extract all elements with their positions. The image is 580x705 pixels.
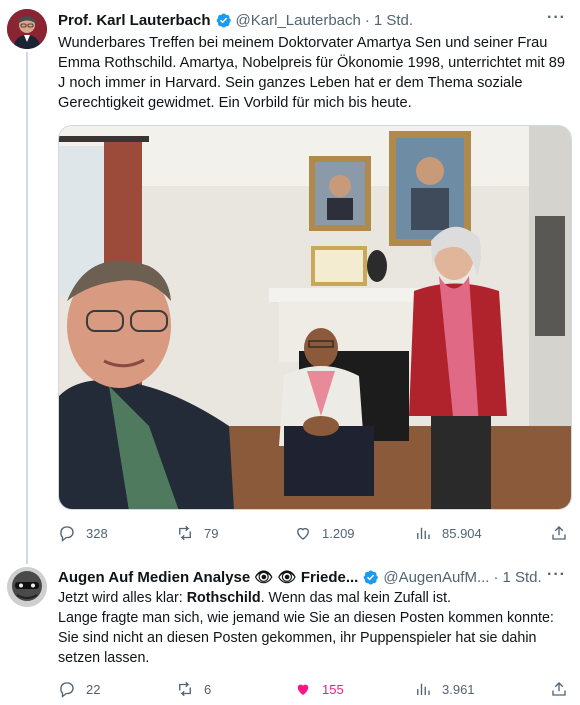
author-name[interactable]: Augen Auf Medien Analyse 👁 👁 Friede...	[58, 568, 358, 586]
like-button[interactable]: 155	[294, 680, 414, 698]
like-button[interactable]: 1.209	[294, 524, 414, 542]
views-count: 3.961	[442, 681, 475, 697]
tweet-text-content: Wunderbares Treffen bei meinem Doktorvat…	[58, 35, 565, 111]
more-options-icon[interactable]: ···	[547, 566, 566, 584]
reply-count: 22	[86, 681, 101, 697]
share-button[interactable]	[550, 680, 568, 698]
tweet-text-line2: Lange fragte man sich, wie jemand wie Si…	[58, 610, 554, 666]
text-part: Jetzt wird alles klar:	[58, 590, 187, 606]
more-options-icon[interactable]: ···	[547, 9, 566, 27]
reply-button[interactable]: 328	[58, 524, 176, 542]
tweet-reply[interactable]: Augen Auf Medien Analyse 👁 👁 Friede... @…	[0, 560, 580, 705]
tweet-text: Jetzt wird alles klar: Rothschild. Wenn …	[58, 588, 568, 668]
avatar-portrait-icon	[7, 9, 47, 49]
tweet-lauterbach[interactable]: Prof. Karl Lauterbach @Karl_Lauterbach ·…	[0, 0, 580, 564]
avatar-eyes-icon	[7, 567, 47, 607]
views-button[interactable]: 85.904	[414, 524, 534, 542]
retweet-button[interactable]: 6	[176, 680, 294, 698]
share-icon	[552, 526, 566, 540]
author-handle[interactable]: @AugenAufM...	[383, 569, 489, 586]
tweet-photo[interactable]	[58, 125, 572, 510]
heart-icon	[297, 527, 309, 540]
share-icon	[552, 682, 566, 696]
tweet-text: Wunderbares Treffen bei meinem Doktorvat…	[58, 33, 568, 113]
avatar[interactable]	[7, 9, 47, 49]
thread-line	[26, 52, 28, 564]
views-button[interactable]: 3.961	[414, 680, 534, 698]
timestamp[interactable]: 1 Std.	[502, 569, 541, 586]
tweet-text-line1: Jetzt wird alles klar: Rothschild. Wenn …	[58, 588, 568, 608]
retweet-icon	[179, 681, 191, 697]
views-chart-icon	[417, 683, 430, 695]
reply-count: 328	[86, 525, 108, 541]
retweet-count: 6	[204, 681, 212, 697]
verified-badge-icon	[362, 569, 379, 586]
views-chart-icon	[417, 527, 430, 539]
retweet-icon	[179, 525, 191, 541]
reply-icon	[60, 682, 74, 698]
separator-dot: ·	[364, 12, 370, 29]
views-count: 85.904	[442, 525, 482, 541]
like-count: 1.209	[322, 525, 355, 541]
like-count: 155	[322, 681, 344, 697]
avatar[interactable]	[7, 567, 47, 607]
tweet-actions: 22 6 155 3.961	[58, 680, 568, 698]
retweet-count: 79	[204, 525, 219, 541]
tweet-header: Augen Auf Medien Analyse 👁 👁 Friede... @…	[58, 568, 542, 587]
tweet-actions: 328 79 1.209 85.904	[58, 524, 568, 542]
author-name[interactable]: Prof. Karl Lauterbach	[58, 12, 211, 29]
text-bold: Rothschild	[186, 590, 261, 606]
retweet-button[interactable]: 79	[176, 524, 294, 542]
photo-illustration	[59, 126, 571, 509]
timestamp[interactable]: 1 Std.	[374, 12, 413, 29]
separator-dot: ·	[493, 568, 499, 586]
heart-filled-icon	[297, 684, 309, 695]
verified-badge-icon	[215, 12, 232, 29]
author-handle[interactable]: @Karl_Lauterbach	[236, 12, 361, 29]
tweet-header: Prof. Karl Lauterbach @Karl_Lauterbach ·…	[58, 12, 413, 29]
reply-icon	[60, 526, 74, 542]
reply-button[interactable]: 22	[58, 680, 176, 698]
text-part: . Wenn das mal kein Zufall ist.	[260, 590, 452, 606]
share-button[interactable]	[550, 524, 568, 542]
